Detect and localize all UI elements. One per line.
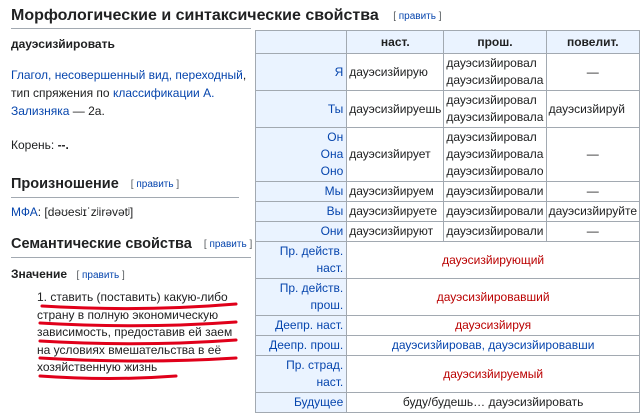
person-label[interactable]: Ты — [254, 90, 348, 128]
table-row: Он Она Оно дауэсизйирует дауэсизйировал дау… — [254, 127, 640, 182]
table-row: Пр. страд. наст. дауэсизйируемый — [254, 355, 640, 393]
heading-rule — [11, 28, 251, 29]
table-row: Я дауэсизйирую дауэсизйировал дауэсизйиро… — [254, 53, 640, 91]
section-title: Морфологические и синтаксические свойств… — [11, 7, 379, 24]
ipa-link[interactable]: МФА — [11, 205, 38, 219]
imperative-form: дауэсизйируйте — [545, 201, 640, 222]
table-row: Вы дауэсизйируете дауэсизйировали дауэси… — [254, 201, 640, 222]
form-label[interactable]: Пр. действ. наст. — [254, 241, 348, 279]
section-heading-morphology: Морфологические и синтаксические свойств… — [11, 6, 631, 27]
person-label[interactable]: Я — [254, 53, 348, 91]
person-label[interactable]: Мы — [254, 181, 348, 202]
past-form: дауэсизйировал дауэсизйировала — [443, 53, 547, 91]
edit-pronunciation-link[interactable]: [ править ] — [131, 179, 179, 190]
table-row: Будущее буду/будешь… дауэсизйировать — [254, 392, 640, 413]
form-label[interactable]: Будущее — [254, 392, 348, 413]
semantics-heading: Семантические свойства [ править ] — [11, 236, 253, 252]
form-label[interactable]: Пр. действ. прош. — [254, 278, 348, 316]
edit-meaning-link[interactable]: [ править ] — [76, 270, 124, 281]
conjugation-table: наст. прош. повелит. Я дауэсизйирую дауэ… — [254, 30, 640, 413]
present-form: дауэсизйирую — [346, 53, 445, 91]
form-value-link[interactable]: дауэсизйировавший — [346, 278, 640, 316]
table-corner — [254, 30, 348, 54]
ipa-transcription: МФА: [dəʊesʲɪˈzʲirəvətʲ] — [11, 205, 134, 219]
form-value-link[interactable]: дауэсизйируя — [346, 315, 640, 336]
lemma: дауэсизйировать — [11, 37, 115, 51]
form-value-link[interactable]: дауэсизйирующий — [346, 241, 640, 279]
pronunciation-heading: Произношение [ править ] — [11, 176, 180, 192]
past-form: дауэсизйировали — [443, 201, 547, 222]
meaning-heading: Значение [ править ] — [11, 267, 125, 281]
present-form: дауэсизйируют — [346, 221, 445, 242]
imperative-form: дауэсизйируй — [545, 90, 640, 128]
past-form: дауэсизйировали — [443, 221, 547, 242]
form-value-link[interactable]: дауэсизйируемый — [346, 355, 640, 393]
person-label[interactable]: Он Она Оно — [254, 127, 348, 182]
heading-rule — [11, 197, 239, 198]
heading-rule — [11, 257, 251, 258]
column-header-past: прош. — [443, 30, 547, 54]
table-row: Пр. действ. прош. дауэсизйировавший — [254, 278, 640, 316]
form-label[interactable]: Деепр. прош. — [254, 335, 348, 356]
root-info: Корень: --. — [11, 138, 69, 152]
past-form: дауэсизйировал дауэсизйировала дауэсизйиро… — [443, 127, 547, 182]
present-form: дауэсизйируем — [346, 181, 445, 202]
person-label[interactable]: Они — [254, 221, 348, 242]
column-header-present: наст. — [346, 30, 445, 54]
table-row: Мы дауэсизйируем дауэсизйировали — — [254, 181, 640, 202]
edit-semantics-link[interactable]: [ править ] — [204, 239, 252, 250]
column-header-imperative: повелит. — [545, 30, 640, 54]
form-label[interactable]: Пр. страд. наст. — [254, 355, 348, 393]
form-label[interactable]: Деепр. наст. — [254, 315, 348, 336]
table-row: Деепр. наст. дауэсизйируя — [254, 315, 640, 336]
form-value: буду/будешь… дауэсизйировать — [346, 392, 640, 413]
table-row: Деепр. прош. дауэсизйировав, дауэсизйиро… — [254, 335, 640, 356]
present-form: дауэсизйируешь — [346, 90, 445, 128]
past-form: дауэсизйировал дауэсизйировала — [443, 90, 547, 128]
imperative-form: — — [545, 221, 640, 242]
person-label[interactable]: Вы — [254, 201, 348, 222]
past-form: дауэсизйировали — [443, 181, 547, 202]
grammar-link[interactable]: Глагол, несовершенный вид, переходный — [11, 68, 243, 82]
imperative-form: — — [545, 181, 640, 202]
table-row: Пр. действ. наст. дауэсизйирующий — [254, 241, 640, 279]
grammar-description: Глагол, несовершенный вид, переходный, т… — [11, 68, 247, 118]
edit-section-link[interactable]: [ править ] — [393, 11, 441, 22]
present-form: дауэсизйируете — [346, 201, 445, 222]
imperative-form: — — [545, 53, 640, 91]
form-value-link[interactable]: дауэсизйировав, дауэсизйировавши — [346, 335, 640, 356]
meaning-definition: 1. ставить (поставить) какую-либо страну… — [37, 290, 233, 374]
table-row: Ты дауэсизйируешь дауэсизйировал дауэсизй… — [254, 90, 640, 128]
imperative-form: — — [545, 127, 640, 182]
present-form: дауэсизйирует — [346, 127, 445, 182]
table-row: Они дауэсизйируют дауэсизйировали — — [254, 221, 640, 242]
